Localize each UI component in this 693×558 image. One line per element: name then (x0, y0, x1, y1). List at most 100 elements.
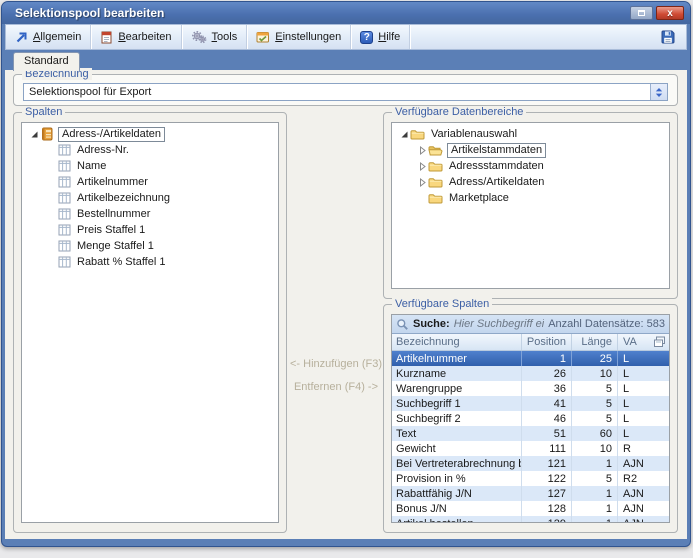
spalten-tree-item-label: Preis Staffel 1 (75, 224, 147, 236)
toolbar-button-bearbeiten[interactable]: Bearbeiten (91, 25, 181, 49)
folder-icon (410, 128, 425, 141)
close-button[interactable]: x (656, 6, 684, 20)
cell-position: 51 (521, 426, 571, 441)
cell-bezeichnung: Bonus J/N (392, 503, 521, 515)
cell-laenge: 1 (571, 486, 617, 501)
bezeichnung-combobox-value: Selektionspool für Export (24, 86, 650, 98)
gears-icon (191, 30, 207, 44)
spalten-tree-item[interactable]: Rabatt % Staffel 1 (22, 254, 278, 270)
cell-position: 129 (521, 516, 571, 523)
notepad-icon (100, 30, 113, 44)
folder-open-icon (428, 144, 443, 157)
table-row[interactable]: Bonus J/N1281AJN (392, 501, 669, 516)
table-row[interactable]: Gewicht11110R (392, 441, 669, 456)
cell-va: L (617, 411, 650, 426)
table-column-icon (58, 256, 71, 268)
save-button[interactable] (650, 25, 686, 49)
tree-collapsed-icon[interactable] (416, 162, 428, 171)
datenbereiche-tree-item-label: Artikelstammdaten (447, 143, 546, 158)
table-row[interactable]: Artikelnummer125L (392, 351, 669, 366)
toolbar-button-einstellungen[interactable]: Einstellungen (247, 25, 351, 49)
remove-button-label: Entfernen (F4) -> (294, 381, 378, 393)
tree-expanded-icon[interactable] (28, 130, 40, 139)
table-row[interactable]: Suchbegriff 2465L (392, 411, 669, 426)
add-button[interactable]: <- Hinzufügen (F3) (289, 358, 383, 370)
cell-va: R2 (617, 471, 650, 486)
cell-position: 111 (521, 441, 571, 456)
toolbar-button-allgemein[interactable]: Allgemein (6, 25, 91, 49)
toolbar-button-hilfe[interactable]: ? Hilfe (351, 25, 410, 49)
toolbar-button-tools[interactable]: Tools (182, 25, 248, 49)
cell-bezeichnung: Suchbegriff 1 (392, 398, 521, 410)
spalten-tree-item[interactable]: Adress-Nr. (22, 142, 278, 158)
group-datenbereiche-label: Verfügbare Datenbereiche (392, 106, 526, 118)
search-input[interactable] (454, 318, 545, 330)
group-datenbereiche: Verfügbare Datenbereiche Variablenauswah… (383, 112, 678, 299)
column-header-position[interactable]: Position (521, 334, 571, 350)
column-header-bezeichnung[interactable]: Bezeichnung (392, 336, 521, 348)
toolbar-label-bearbeiten: Bearbeiten (118, 31, 171, 43)
tree-expanded-icon[interactable] (398, 130, 410, 139)
bezeichnung-combobox[interactable]: Selektionspool für Export (23, 83, 668, 101)
window-title: Selektionspool bearbeiten (15, 6, 627, 20)
datenbereiche-tree-item[interactable]: Adressstammdaten (392, 158, 669, 174)
combobox-dropdown-button[interactable] (650, 84, 667, 100)
cell-laenge: 1 (571, 501, 617, 516)
datenbereiche-tree-item[interactable]: Artikelstammdaten (392, 142, 669, 158)
datenbereiche-tree-item[interactable]: Marketplace (392, 190, 669, 206)
tab-standard-label: Standard (24, 55, 69, 67)
group-bezeichnung: Bezeichnung Selektionspool für Export (13, 74, 678, 106)
spalten-tree-item[interactable]: Bestellnummer (22, 206, 278, 222)
column-chooser-button[interactable] (650, 334, 669, 350)
cell-spacer (650, 396, 669, 411)
cell-bezeichnung: Kurzname (392, 368, 521, 380)
spalten-root-label[interactable]: Adress-/Artikeldaten (58, 127, 165, 142)
spalten-tree-root[interactable]: Adress-/Artikeldaten (22, 126, 278, 142)
restore-button[interactable] (630, 6, 653, 20)
table-header: Bezeichnung Position Länge VA (392, 334, 669, 351)
arrow-up-right-icon (15, 31, 28, 44)
cell-laenge: 25 (571, 351, 617, 366)
tab-standard[interactable]: Standard (13, 52, 80, 71)
tree-collapsed-icon[interactable] (416, 178, 428, 187)
spalten-tree-item[interactable]: Name (22, 158, 278, 174)
datenbereiche-tree-item-label: Adressstammdaten (447, 160, 546, 172)
cell-va: L (617, 396, 650, 411)
datenbereiche-tree-item[interactable]: Adress/Artikeldaten (392, 174, 669, 190)
table-row[interactable]: Artikel bestellen1291AJN (392, 516, 669, 523)
datenbereiche-tree-item-label: Adress/Artikeldaten (447, 176, 546, 188)
column-chooser-icon (653, 336, 666, 348)
cell-laenge: 5 (571, 471, 617, 486)
spalten-tree-item[interactable]: Preis Staffel 1 (22, 222, 278, 238)
spalten-tree-item[interactable]: Artikelnummer (22, 174, 278, 190)
cell-laenge: 5 (571, 411, 617, 426)
remove-button[interactable]: Entfernen (F4) -> (289, 381, 383, 393)
spalten-tree-item-label: Artikelnummer (75, 176, 150, 188)
table-row[interactable]: Kurzname2610L (392, 366, 669, 381)
table-row[interactable]: Text5160L (392, 426, 669, 441)
tree-collapsed-icon[interactable] (416, 146, 428, 155)
spalten-tree-children: Adress-Nr. Name Artikelnummer Artikelbezeic… (22, 142, 278, 270)
toolbar-label-allgemein: Allgemein (33, 31, 81, 43)
titlebar[interactable]: Selektionspool bearbeiten x (2, 2, 690, 24)
column-header-laenge[interactable]: Länge (571, 334, 617, 350)
cell-va: AJN (617, 456, 650, 471)
spalten-tree-item-label: Menge Staffel 1 (75, 240, 156, 252)
spalten-tree-item[interactable]: Artikelbezeichnung (22, 190, 278, 206)
table-row[interactable]: Provision in %1225R2 (392, 471, 669, 486)
table-column-icon (58, 224, 71, 236)
datenbereiche-tree-root[interactable]: Variablenauswahl (392, 126, 669, 142)
table-row[interactable]: Warengruppe365L (392, 381, 669, 396)
column-header-va[interactable]: VA (617, 334, 650, 350)
help-icon: ? (360, 31, 373, 44)
spalten-tree-item[interactable]: Menge Staffel 1 (22, 238, 278, 254)
cell-va: AJN (617, 516, 650, 523)
table-row[interactable]: Suchbegriff 1415L (392, 396, 669, 411)
cell-laenge: 10 (571, 441, 617, 456)
cell-bezeichnung: Text (392, 428, 521, 440)
spalten-tree-item-label: Adress-Nr. (75, 144, 131, 156)
table-row[interactable]: Bei Vertreterabrechnung berücksichtige12… (392, 456, 669, 471)
close-icon: x (667, 8, 673, 19)
table-row[interactable]: Rabattfähig J/N1271AJN (392, 486, 669, 501)
datenbereiche-root-label[interactable]: Variablenauswahl (429, 128, 519, 140)
